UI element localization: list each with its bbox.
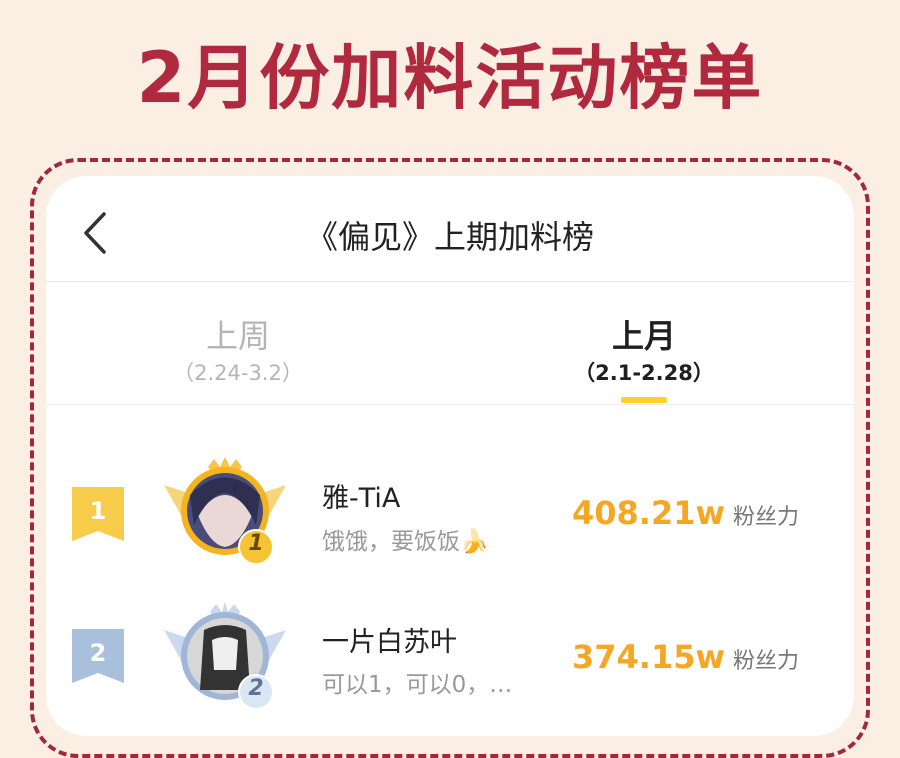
fan-power-score: 408.21w 粉丝力	[572, 494, 799, 532]
tab-last-week[interactable]: 上周 （2.24-3.2）	[88, 316, 388, 388]
active-tab-indicator	[621, 397, 667, 403]
avatar[interactable]: 2	[160, 600, 290, 710]
tab-last-month[interactable]: 上月 （2.1-2.28）	[494, 316, 794, 388]
user-subtitle: 可以1，可以0，…	[322, 672, 513, 698]
rank-number: 1	[89, 497, 107, 525]
medal-number: 2	[248, 676, 264, 701]
rank-number: 2	[89, 639, 107, 667]
user-subtitle: 饿饿，要饭饭🍌	[322, 529, 489, 555]
fan-power-score: 374.15w 粉丝力	[572, 638, 799, 676]
crown-frame-icon	[164, 457, 286, 565]
banner-title: 2月份加料活动榜单	[136, 37, 764, 119]
page-title: 《偏见》上期加料榜	[305, 218, 594, 256]
tabs-divider	[46, 404, 854, 405]
tab-label: 上周	[205, 317, 270, 355]
score-value: 374.15w	[572, 638, 726, 676]
rank-badge-silver: 2	[72, 629, 124, 683]
tab-label: 上月	[611, 317, 676, 355]
wing-frame-icon	[164, 602, 286, 710]
score-unit: 粉丝力	[733, 505, 800, 530]
medal-number: 1	[248, 531, 264, 556]
header-divider	[46, 281, 854, 282]
rank-badge-gold: 1	[72, 487, 124, 541]
tab-range: （2.1-2.28）	[574, 361, 714, 385]
user-name: 一片白苏叶	[322, 627, 457, 658]
user-name: 雅-TiA	[322, 483, 401, 514]
avatar[interactable]: 1	[160, 455, 290, 565]
tab-range: （2.24-3.2）	[173, 361, 303, 385]
score-value: 408.21w	[572, 494, 726, 532]
score-unit: 粉丝力	[733, 649, 800, 674]
